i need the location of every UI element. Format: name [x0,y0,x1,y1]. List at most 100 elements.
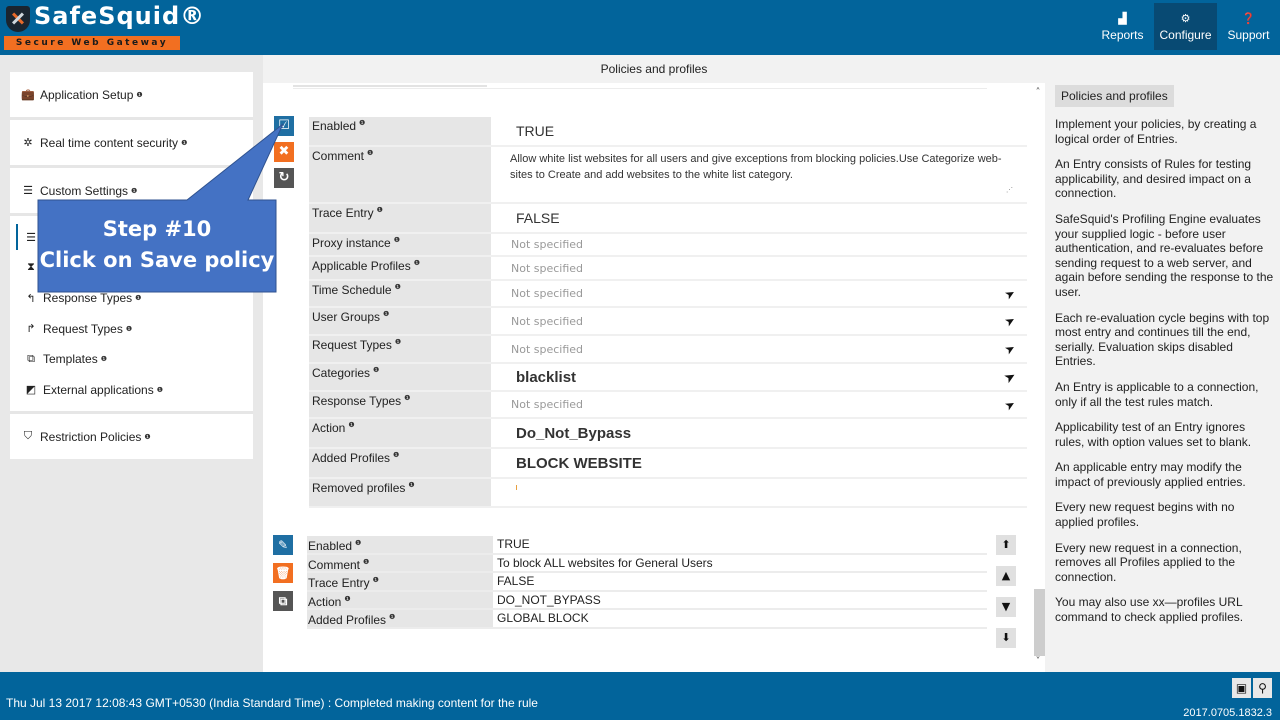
info-icon[interactable]: ❶ [408,482,414,489]
field-removed-profiles: Removed profiles ❶ [309,479,1027,508]
trace-entry-select[interactable]: FALSE [491,204,1027,232]
scroll-up-icon[interactable]: ˄ [1031,87,1045,101]
info-icon[interactable]: ❶ [394,237,400,244]
user-groups-input[interactable]: Not specified ➤ [491,308,1027,334]
info-icon[interactable]: ❶ [344,596,350,603]
removed-profiles-input[interactable] [491,479,1027,506]
sidebar-item-label: Application Setup [40,87,134,102]
info-icon[interactable]: ❶ [395,339,401,346]
info-icon[interactable]: ❶ [348,422,354,429]
edit-entry-button[interactable]: ✎ [273,535,293,555]
nav-support[interactable]: ❓ Support [1217,3,1280,50]
sidebar-item-application-setup[interactable]: 💼 Application Setup ❶ [10,72,253,117]
info-icon[interactable]: ❶ [135,294,141,302]
info-icon[interactable]: ❶ [126,325,132,333]
move-bottom-button[interactable]: ⬇ [996,628,1016,648]
hourglass-icon: ⧗ [27,261,35,274]
delete-entry-button[interactable]: 🗑 [273,563,293,583]
sidebar-section-application-setup[interactable]: 💼 Application Setup ❶ [10,72,253,120]
info-icon[interactable]: ❶ [383,311,389,318]
applicable-profiles-input[interactable]: Not specified [491,257,1027,279]
database-icon: ☰ [26,231,36,244]
info-icon[interactable]: ❶ [359,120,365,127]
field-label: Action [312,421,346,435]
sidebar-item-label: Request Types [43,321,123,336]
move-top-button[interactable]: ⬆ [996,535,1016,555]
info-icon[interactable]: ❶ [389,614,395,621]
sidebar-item-label: Response Types [43,291,133,306]
nav-configure[interactable]: ⚙ Configure [1154,3,1217,50]
save-policy-button[interactable]: ☑ [274,116,294,136]
search-button[interactable]: ⚲ [1253,678,1272,698]
horizontal-scrollbar[interactable] [293,85,987,89]
resize-handle-icon[interactable]: ⋰ [1006,183,1013,199]
info-icon[interactable]: ❶ [136,91,142,99]
time-schedule-input[interactable]: Not specified ➤ [491,281,1027,306]
sidebar-item-request-types[interactable]: ↱ Request Types ❶ [10,314,253,345]
table-row: Action ❶ DO_NOT_BYPASS [307,591,987,610]
reset-button[interactable]: ↻ [274,168,294,188]
info-icon[interactable]: ❶ [367,150,373,157]
share-icon: ↱ [26,323,36,336]
info-icon[interactable]: ❶ [144,433,150,441]
vertical-scrollbar[interactable]: ˄ ˅ [1031,83,1045,672]
cancel-button[interactable]: ✖ [274,142,294,162]
added-profiles-input[interactable]: BLOCK WEBSITE [491,449,1027,477]
info-icon[interactable]: ❶ [373,367,379,374]
info-icon[interactable]: ❶ [355,540,361,547]
field-action: Action ❶ Do_Not_Bypass [309,419,1027,449]
sidebar-section-real-time[interactable]: ✲ Real time content security ❶ [10,120,253,168]
field-label: Comment [312,149,365,163]
check-square-icon: ☑ [278,118,290,133]
cogs-icon: ⚙ [1180,12,1191,25]
sidebar-item-real-time-content-security[interactable]: ✲ Real time content security ❶ [10,120,253,165]
enabled-select[interactable]: TRUE [491,117,1027,145]
field-label: Trace Entry [312,206,374,220]
info-icon[interactable]: ❶ [101,355,107,363]
sidebar-item-external-applications[interactable]: ◩ External applications ❶ [10,375,253,406]
send-icon[interactable]: ➤ [1002,396,1018,413]
arrow-circle-down-icon: ⬇ [1001,631,1011,644]
nav-reports[interactable]: ▟ Reports [1091,3,1154,50]
send-icon[interactable]: ➤ [1002,340,1018,357]
move-down-button[interactable]: ▼ [996,597,1016,617]
request-types-input[interactable]: Not specified ➤ [491,336,1027,362]
edit-entry-actions: ☑ ✖ ↻ [274,116,294,194]
entry-actions: ✎ 🗑 ⧉ [273,535,293,619]
copy-entry-button[interactable]: ⧉ [273,591,293,611]
info-icon[interactable]: ❶ [414,260,420,267]
sidebar-section-restriction-policies[interactable]: ⛉ Restriction Policies ❶ [10,414,253,459]
field-label: Categories [312,366,371,380]
send-icon[interactable]: ➤ [1002,368,1018,385]
comment-textarea[interactable]: Allow white list websites for all users … [491,147,1027,202]
info-icon[interactable]: ❶ [181,139,187,147]
scrollbar-thumb[interactable] [1034,589,1045,656]
sidebar-item-restriction-policies[interactable]: ⛉ Restriction Policies ❶ [10,414,253,459]
send-icon[interactable]: ➤ [1002,312,1018,329]
field-trace-entry: Trace Entry ❶ FALSE [309,204,1027,234]
sidebar-section-custom-settings[interactable]: ☰ Custom Settings ❶ [10,168,253,216]
sidebar-item-custom-settings[interactable]: ☰ Custom Settings ❶ [10,168,253,213]
info-icon[interactable]: ❶ [373,577,379,584]
categories-input[interactable]: blacklist ➤ [491,364,1027,390]
info-icon[interactable]: ❶ [377,207,383,214]
move-up-button[interactable]: ▲ [996,566,1016,586]
sidebar-item-templates[interactable]: ⧉ Templates ❶ [10,344,253,375]
action-select[interactable]: Do_Not_Bypass [491,419,1027,447]
callout-instruction: Click on Save policy [39,248,275,272]
send-icon[interactable]: ➤ [1002,285,1018,302]
info-icon[interactable]: ❶ [395,284,401,291]
info-icon[interactable]: ❶ [157,386,163,394]
response-types-input[interactable]: Not specified ➤ [491,392,1027,417]
info-icon[interactable]: ❶ [131,187,137,195]
info-icon[interactable]: ❶ [363,559,369,566]
footer-actions: ▣ ⚲ [1232,678,1272,698]
status-bar: Thu Jul 13 2017 12:08:43 GMT+0530 (India… [0,672,1280,720]
info-icon[interactable]: ❶ [393,452,399,459]
sidebar-item-response-types[interactable]: ↰ Response Types ❶ [10,283,253,314]
save-config-button[interactable]: ▣ [1232,678,1251,698]
proxy-instance-input[interactable]: Not specified [491,234,1027,255]
scroll-down-icon[interactable]: ˅ [1031,656,1045,670]
copy-icon: ⧉ [278,594,288,608]
info-icon[interactable]: ❶ [404,395,410,402]
